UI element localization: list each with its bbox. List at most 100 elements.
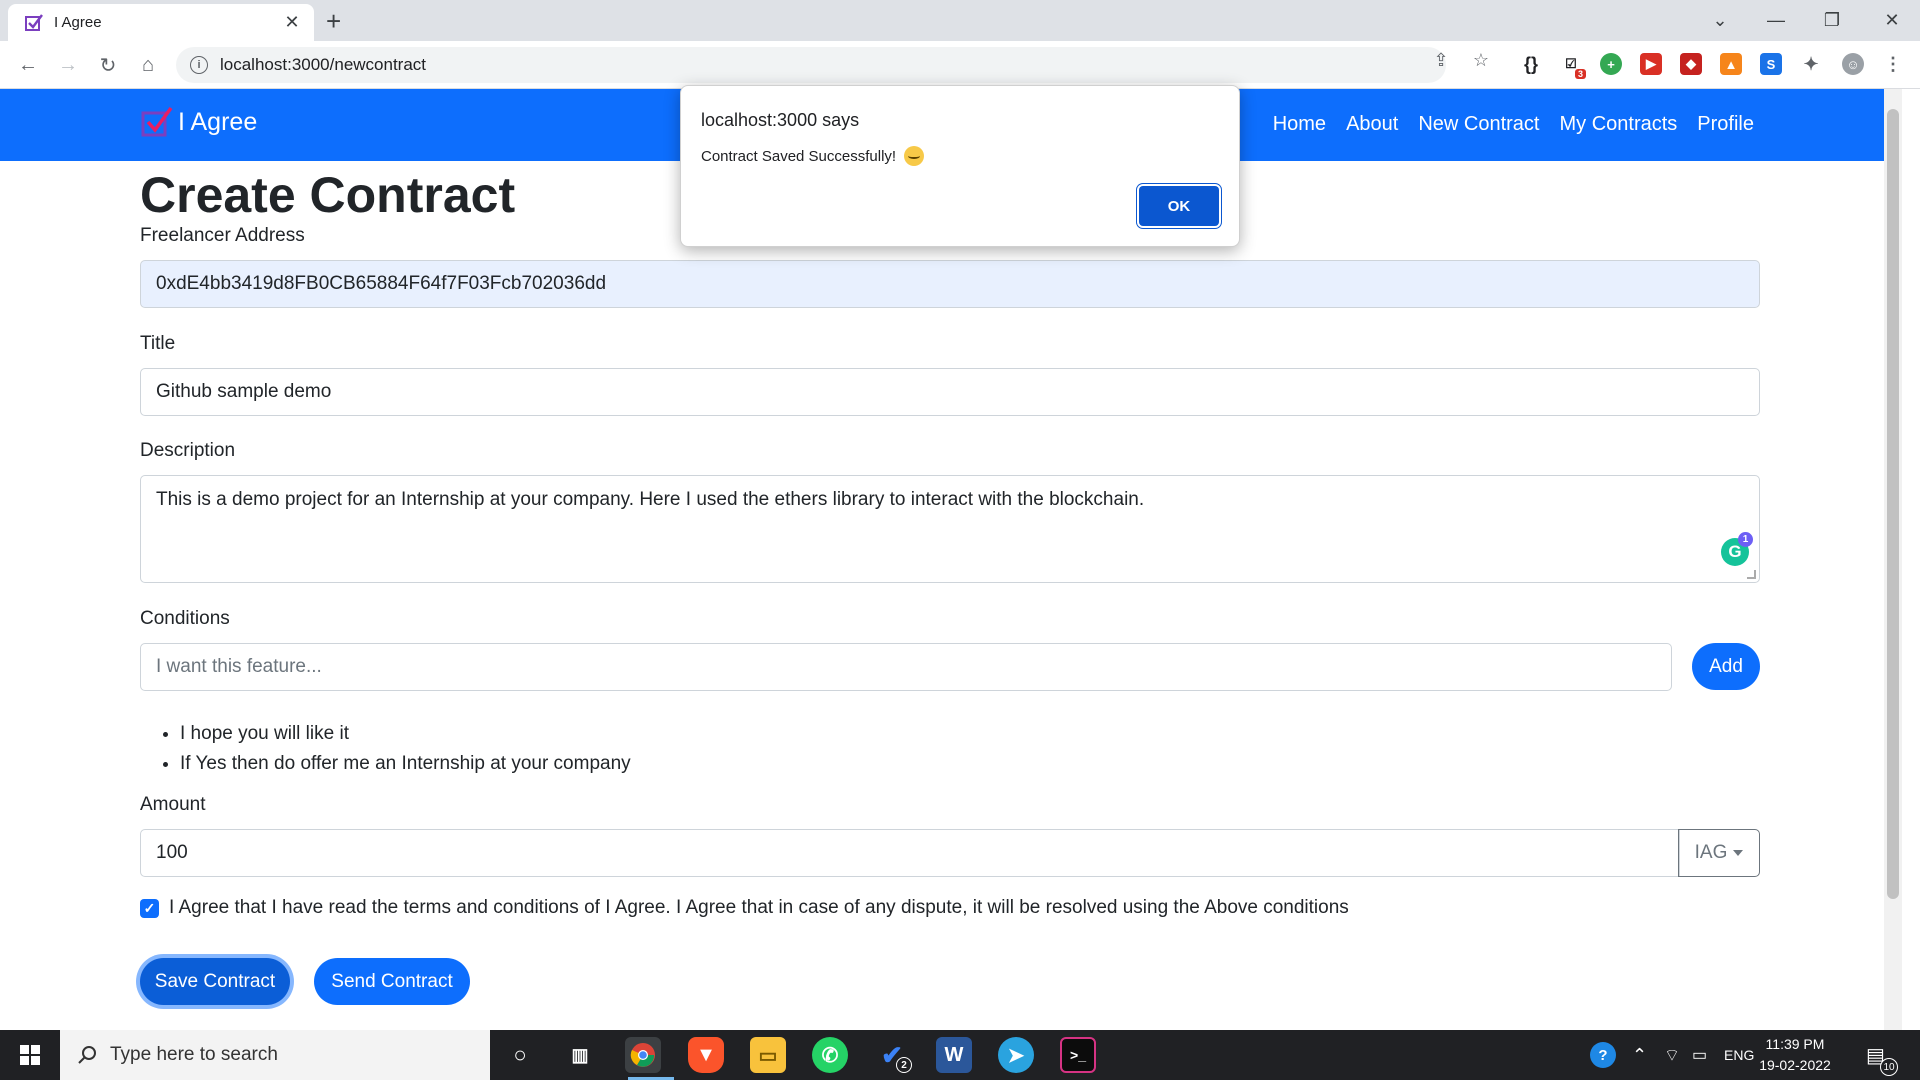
freelancer-address-label: Freelancer Address	[140, 225, 305, 246]
home-icon[interactable]: ⌂	[134, 51, 162, 79]
url-text: localhost:3000/newcontract	[220, 55, 427, 74]
chrome-icon[interactable]	[625, 1037, 661, 1073]
amount-label: Amount	[140, 794, 206, 815]
dialog-ok-button[interactable]: OK	[1139, 186, 1219, 226]
extensions-puzzle-icon[interactable]: ✦	[1800, 53, 1822, 75]
back-arrow-icon[interactable]: ←	[14, 51, 42, 79]
navbar-brand[interactable]: I Agree	[140, 105, 257, 139]
search-icon	[78, 1046, 96, 1064]
add-condition-button[interactable]: Add	[1692, 643, 1760, 690]
bookmark-star-icon[interactable]: ☆	[1470, 49, 1492, 71]
windows-logo-icon	[20, 1045, 40, 1065]
todo-badge: 2	[896, 1057, 912, 1073]
help-icon[interactable]: ?	[1590, 1030, 1616, 1080]
reload-icon[interactable]: ↻	[94, 51, 122, 79]
list-item: If Yes then do offer me an Internship at…	[180, 749, 631, 779]
browser-toolbar: ← → ↻ ⌂ i localhost:3000/newcontract ⇪ ☆…	[0, 41, 1920, 89]
browser-tabstrip: I Agree ✕ + ⌄ — ❐ ✕	[0, 0, 1920, 41]
notification-center-icon[interactable]: ▤ 10	[1866, 1030, 1898, 1080]
title-input[interactable]: Github sample demo	[140, 368, 1760, 416]
description-textarea[interactable]: This is a demo project for an Internship…	[140, 475, 1760, 583]
nav-link-about[interactable]: About	[1346, 113, 1398, 136]
todo-app-icon[interactable]: ✔ 2	[874, 1037, 912, 1073]
nav-link-my-contracts[interactable]: My Contracts	[1559, 113, 1677, 136]
smiley-emoji-icon	[904, 146, 925, 166]
start-button[interactable]	[0, 1030, 60, 1080]
checkbox-logo-icon	[141, 106, 173, 137]
wifi-icon[interactable]: ⌔	[1664, 1030, 1680, 1080]
checkbox-logo-icon	[25, 13, 43, 31]
freelancer-address-input[interactable]: 0xdE4bb3419d8FB0CB65884F64f7F03Fcb702036…	[140, 260, 1760, 308]
chrome-menu-icon[interactable]: ⋮	[1882, 53, 1904, 75]
agree-checkbox-row: ✓ I Agree that I have read the terms and…	[140, 897, 1349, 919]
conditions-label: Conditions	[140, 608, 230, 629]
plus-extension-icon[interactable]: +	[1600, 53, 1622, 75]
alert-dialog: localhost:3000 says Contract Saved Succe…	[680, 85, 1240, 247]
send-contract-button[interactable]: Send Contract	[314, 958, 470, 1005]
tab-search-icon[interactable]: ⌄	[1692, 0, 1748, 40]
taskbar-search[interactable]: Type here to search	[60, 1030, 490, 1080]
share-icon[interactable]: ⇪	[1430, 49, 1452, 71]
tray-overflow-chevron-icon[interactable]: ⌃	[1632, 1030, 1647, 1080]
metamask-fox-icon[interactable]: ▲	[1720, 53, 1742, 75]
tab-close-icon[interactable]: ✕	[282, 12, 302, 33]
extension-badge: 3	[1574, 69, 1586, 79]
browser-tab[interactable]: I Agree ✕	[8, 4, 314, 41]
scrollbar-thumb[interactable]	[1887, 109, 1899, 899]
new-tab-button[interactable]: +	[326, 8, 341, 34]
nav-link-home[interactable]: Home	[1273, 113, 1326, 136]
resize-handle[interactable]	[1747, 570, 1756, 579]
amount-value: 100	[156, 842, 188, 863]
search-placeholder: Type here to search	[110, 1044, 278, 1065]
telegram-icon[interactable]: ➤	[998, 1037, 1034, 1073]
json-viewer-extension-icon[interactable]: {}	[1520, 53, 1542, 75]
cortana-icon[interactable]: ○	[502, 1037, 538, 1073]
nav-link-profile[interactable]: Profile	[1697, 113, 1754, 136]
video-extension-icon[interactable]: ▶	[1640, 53, 1662, 75]
dialog-message: Contract Saved Successfully!	[701, 147, 897, 165]
currency-value: IAG	[1694, 842, 1728, 863]
minimize-button[interactable]: —	[1748, 0, 1804, 40]
tab-title: I Agree	[54, 14, 102, 31]
amount-input[interactable]: 100	[140, 829, 1680, 877]
agree-text: I Agree that I have read the terms and c…	[169, 897, 1349, 918]
chevron-down-icon	[1733, 850, 1744, 856]
currency-dropdown[interactable]: IAG	[1678, 829, 1760, 877]
brave-browser-icon[interactable]: ▼	[688, 1037, 724, 1073]
system-clock[interactable]: 11:39 PM 19-02-2022	[1750, 1034, 1840, 1076]
maximize-button[interactable]: ❐	[1804, 0, 1860, 40]
dialog-message-row: Contract Saved Successfully!	[701, 146, 925, 166]
profile-avatar[interactable]: ☺	[1842, 53, 1864, 75]
puzzle-game-extension-icon[interactable]: ◆	[1680, 53, 1702, 75]
todo-extension-icon[interactable]: ☑ 3	[1560, 53, 1586, 79]
page-scrollbar[interactable]	[1884, 89, 1902, 1030]
description-value: This is a demo project for an Internship…	[156, 489, 1145, 510]
page-title: Create Contract	[140, 167, 516, 223]
word-icon[interactable]: W	[936, 1037, 972, 1073]
grammarly-icon[interactable]: G1	[1721, 532, 1753, 566]
clock-time: 11:39 PM	[1765, 1036, 1825, 1052]
whatsapp-icon[interactable]: ✆	[812, 1037, 848, 1073]
task-view-icon[interactable]: ▥	[562, 1037, 598, 1073]
file-explorer-icon[interactable]: ▭	[750, 1037, 786, 1073]
title-value: Github sample demo	[156, 381, 332, 402]
site-info-icon[interactable]: i	[190, 56, 208, 74]
terminal-icon[interactable]: >_	[1060, 1037, 1096, 1073]
grammarly-badge: 1	[1738, 532, 1753, 547]
condition-input[interactable]: I want this feature...	[140, 643, 1672, 691]
nav-links: Home About New Contract My Contracts Pro…	[1273, 113, 1754, 136]
forward-arrow-icon[interactable]: →	[54, 51, 82, 79]
conditions-list: I hope you will like it If Yes then do o…	[180, 719, 631, 779]
notification-count: 10	[1880, 1058, 1898, 1076]
title-label: Title	[140, 333, 176, 354]
address-bar[interactable]: i localhost:3000/newcontract	[176, 47, 1446, 83]
battery-icon[interactable]: ▭	[1692, 1030, 1707, 1080]
nav-link-new-contract[interactable]: New Contract	[1418, 113, 1539, 136]
windows-taskbar: Type here to search ○ ▥ ▼ ▭ ✆ ✔ 2 W ➤ >_ …	[0, 1030, 1920, 1080]
condition-placeholder: I want this feature...	[156, 656, 322, 677]
agree-checkbox[interactable]: ✓	[140, 898, 159, 918]
description-label: Description	[140, 440, 236, 461]
save-contract-button[interactable]: Save Contract	[140, 958, 290, 1005]
s-extension-icon[interactable]: S	[1760, 53, 1782, 75]
window-close-button[interactable]: ✕	[1864, 0, 1920, 40]
